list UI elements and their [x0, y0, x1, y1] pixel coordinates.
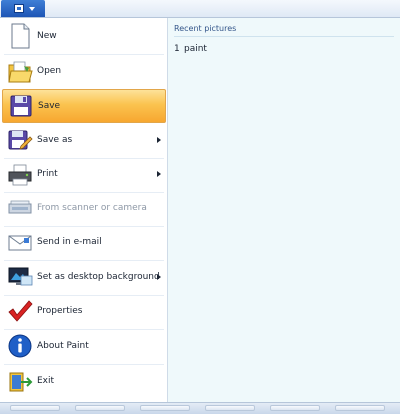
menu-item-open[interactable]: Open	[2, 55, 166, 89]
application-menu-button[interactable]	[1, 0, 45, 17]
submenu-arrow-icon	[157, 171, 161, 177]
menu-item-label: Save as	[37, 135, 73, 145]
menu-item-set-as-desktop-background[interactable]: Set as desktop background	[2, 261, 166, 295]
menu-item-properties[interactable]: Properties	[2, 295, 166, 329]
document-icon	[14, 4, 24, 13]
bottom-bar-button	[10, 405, 60, 411]
menu-item-label: From scanner or camera	[37, 203, 147, 213]
checkmark-icon	[8, 300, 33, 322]
paint-application-menu-window: New Open Save Save as Print From scanner…	[0, 0, 400, 414]
menu-item-send-in-email[interactable]: Send in e-mail	[2, 226, 166, 260]
menu-item-save[interactable]: Save	[2, 89, 166, 123]
application-menu: New Open Save Save as Print From scanner…	[0, 18, 168, 402]
info-icon	[8, 334, 32, 358]
menu-item-about-paint[interactable]: About Paint	[2, 330, 166, 364]
ribbon-top-bar	[0, 0, 400, 18]
exit-icon	[9, 372, 33, 392]
menu-item-label: Save	[38, 101, 61, 111]
desktop-background-icon	[8, 267, 33, 286]
menu-bottom-bar	[0, 402, 400, 414]
email-icon	[8, 235, 32, 251]
caret-down-icon	[29, 7, 35, 11]
bottom-bar-button	[270, 405, 320, 411]
recent-item-number: 1	[174, 44, 180, 54]
open-folder-icon	[8, 61, 33, 83]
bottom-bar-button	[75, 405, 125, 411]
menu-item-label: New	[37, 31, 57, 41]
new-document-icon	[11, 23, 30, 49]
save-as-icon	[8, 130, 33, 150]
menu-item-label: Open	[37, 66, 62, 76]
menu-item-label: Print	[37, 169, 58, 179]
menu-item-label: Set as desktop background	[37, 272, 160, 282]
menu-item-print[interactable]: Print	[2, 158, 166, 192]
menu-item-label: Send in e-mail	[37, 237, 102, 247]
bottom-bar-button	[335, 405, 385, 411]
menu-item-label: Exit	[37, 376, 55, 386]
menu-item-new[interactable]: New	[2, 20, 166, 54]
submenu-arrow-icon	[157, 137, 161, 143]
menu-item-exit[interactable]: Exit	[2, 365, 166, 399]
menu-item-label: About Paint	[37, 341, 89, 351]
recent-pictures-panel: Recent pictures 1 paint	[168, 18, 400, 402]
bottom-bar-button	[205, 405, 255, 411]
menu-item-from-scanner-or-camera: From scanner or camera	[2, 192, 166, 226]
bottom-bar-button	[140, 405, 190, 411]
menu-item-label: Properties	[37, 306, 83, 316]
recent-pictures-divider	[174, 36, 394, 37]
printer-icon	[8, 164, 32, 186]
save-disk-icon	[10, 95, 32, 117]
submenu-arrow-icon	[157, 274, 161, 280]
recent-pictures-title: Recent pictures	[174, 24, 237, 33]
scanner-icon	[8, 200, 32, 214]
recent-item-name: paint	[184, 44, 207, 54]
menu-item-save-as[interactable]: Save as	[2, 124, 166, 158]
